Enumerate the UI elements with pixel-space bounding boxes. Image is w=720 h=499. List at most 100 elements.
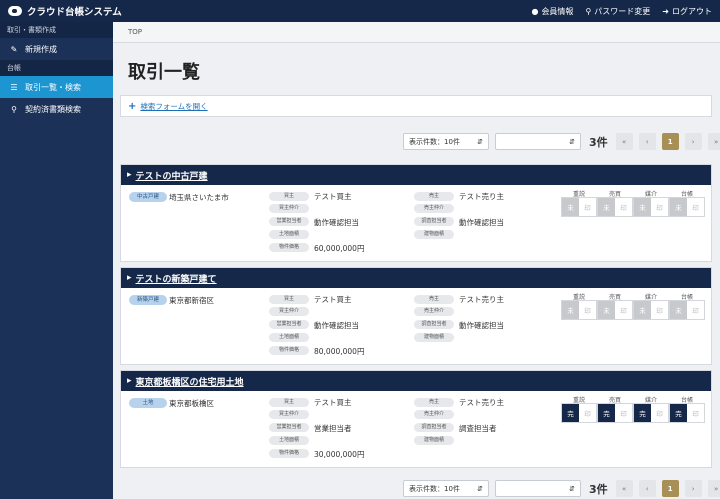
field-label-pill: 買主仲介: [269, 410, 309, 419]
sort-select[interactable]: ⇵: [495, 480, 581, 497]
stage-status[interactable]: 未印: [633, 300, 669, 320]
stage-status[interactable]: 完印: [633, 403, 669, 423]
page-1-button[interactable]: 1: [661, 133, 679, 150]
app-title: クラウド台帳システム: [27, 7, 122, 18]
deal-title[interactable]: テストの新築戸建て: [136, 272, 217, 285]
seal-mark: 印: [687, 198, 704, 216]
field-label-pill: 建物面積: [414, 333, 454, 342]
buyer-value: テスト買主: [314, 295, 352, 304]
first-page-button[interactable]: «: [615, 133, 633, 150]
deal-card: ▸ テストの新築戸建て 新築戸建 東京都新宿区 買主 買主仲介 営業担当者 土地面積 物件価…: [120, 267, 712, 365]
password-change-link[interactable]: ⚲ パスワード変更: [585, 6, 650, 17]
logout-link[interactable]: ➜ ログアウト: [662, 6, 712, 17]
field-label-pill: 営業担当者: [269, 320, 309, 329]
stage-status[interactable]: 未印: [597, 300, 633, 320]
deal-card-header[interactable]: ▸ テストの中古戸建: [121, 165, 711, 185]
field-label-pill: 営業担当者: [269, 423, 309, 432]
key-icon: ⚲: [585, 6, 592, 16]
sidebar-item-list[interactable]: ☰ 取引一覧・検索: [0, 76, 113, 98]
seal-mark: 印: [687, 404, 704, 422]
page-1-button[interactable]: 1: [661, 480, 679, 497]
deal-card-header[interactable]: ▸ 東京都板橋区の住宅用土地: [121, 371, 711, 391]
sort-select[interactable]: ⇵: [495, 133, 581, 150]
last-page-button[interactable]: »: [707, 480, 720, 497]
search-icon: ⚲: [11, 104, 17, 114]
field-label-pill: 土地面積: [269, 333, 309, 342]
stage-status[interactable]: 完印: [669, 403, 705, 423]
stage-status[interactable]: 未印: [633, 197, 669, 217]
stage-status[interactable]: 未印: [669, 197, 705, 217]
stage-state: 未: [598, 198, 615, 216]
field-label-pill: 売主仲介: [414, 410, 454, 419]
seal-mark: 印: [615, 198, 632, 216]
sidebar-section-title: 取引・書類作成: [0, 22, 113, 38]
search-form-toggle[interactable]: + 検索フォームを開く: [120, 95, 712, 117]
member-info-link[interactable]: ● 会員情報: [531, 6, 573, 17]
seal-mark: 印: [651, 198, 668, 216]
stage-state: 完: [598, 404, 615, 422]
field-label-pill: 売主仲介: [414, 204, 454, 213]
field-label-pill: 買主仲介: [269, 204, 309, 213]
deal-title[interactable]: 東京都板橋区の住宅用土地: [136, 375, 244, 388]
sidebar-item-new[interactable]: ✎ 新規作成: [0, 38, 113, 60]
deal-card-header[interactable]: ▸ テストの新築戸建て: [121, 268, 711, 288]
next-page-button[interactable]: ›: [684, 480, 702, 497]
price-value: 80,000,000円: [314, 347, 365, 356]
seal-mark: 印: [687, 301, 704, 319]
stage-status[interactable]: 未印: [561, 197, 597, 217]
stage-status[interactable]: 未印: [597, 197, 633, 217]
field-label-pill: 建物面積: [414, 436, 454, 445]
seal-mark: 印: [579, 301, 596, 319]
prev-page-button[interactable]: ‹: [638, 480, 656, 497]
field-label-pill: 物件価格: [269, 449, 309, 458]
stage-status[interactable]: 完印: [561, 403, 597, 423]
seller-value: テスト売り主: [459, 398, 504, 407]
field-label-pill: 買主: [269, 398, 309, 407]
deal-card: ▸ テストの中古戸建 中古戸建 埼玉県さいたま市 買主 買主仲介 営業担当者 土地面積 物件…: [120, 164, 712, 262]
field-label-pill: 調査担当者: [414, 217, 454, 226]
sidebar-item-contract-search[interactable]: ⚲ 契約済書類検索: [0, 98, 113, 120]
search-form-toggle-link[interactable]: 検索フォームを開く: [140, 101, 207, 112]
last-page-button[interactable]: »: [707, 133, 720, 150]
next-page-button[interactable]: ›: [684, 133, 702, 150]
stage-state: 未: [634, 301, 651, 319]
stage-state: 完: [670, 404, 687, 422]
property-address: 東京都板橋区: [169, 399, 214, 408]
select-arrows-icon: ⇵: [569, 484, 575, 493]
stage-status[interactable]: 完印: [597, 403, 633, 423]
buyer-value: テスト買主: [314, 192, 352, 201]
survey-staff-value: 調査担当者: [459, 424, 497, 433]
seller-value: テスト売り主: [459, 192, 504, 201]
property-address: 埼玉県さいたま市: [169, 193, 229, 202]
per-page-value: 表示件数：10件: [409, 484, 460, 493]
sidebar-item-label: 新規作成: [25, 44, 57, 54]
top-bar: クラウド台帳システム ● 会員情報 ⚲ パスワード変更 ➜ ログアウト: [0, 0, 720, 22]
field-label-pill: 売主仲介: [414, 307, 454, 316]
stage-state: 完: [562, 404, 579, 422]
field-label-pill: 調査担当者: [414, 423, 454, 432]
list-icon: ☰: [10, 82, 18, 92]
first-page-button[interactable]: «: [615, 480, 633, 497]
sales-staff-value: 営業担当者: [314, 424, 352, 433]
app-brand[interactable]: クラウド台帳システム: [8, 4, 122, 18]
pager-top: 表示件数：10件 ⇵ ⇵ 3件 « ‹ 1 › »: [403, 133, 720, 150]
seal-mark: 印: [579, 198, 596, 216]
plus-icon: +: [128, 100, 137, 112]
per-page-select[interactable]: 表示件数：10件 ⇵: [403, 133, 489, 150]
sales-staff-value: 動作確認担当: [314, 321, 359, 330]
result-count: 3件: [589, 482, 608, 496]
deal-title[interactable]: テストの中古戸建: [136, 169, 208, 182]
stage-status[interactable]: 未印: [669, 300, 705, 320]
survey-staff-value: 動作確認担当: [459, 218, 504, 227]
per-page-select[interactable]: 表示件数：10件 ⇵: [403, 480, 489, 497]
field-label-pill: 物件価格: [269, 346, 309, 355]
field-label-pill: 建物面積: [414, 230, 454, 239]
logout-icon: ➜: [662, 6, 669, 16]
per-page-value: 表示件数：10件: [409, 137, 460, 146]
field-label-pill: 調査担当者: [414, 320, 454, 329]
caret-right-icon: ▸: [127, 170, 132, 180]
breadcrumb[interactable]: TOP: [113, 22, 720, 43]
stage-status[interactable]: 未印: [561, 300, 597, 320]
seller-value: テスト売り主: [459, 295, 504, 304]
prev-page-button[interactable]: ‹: [638, 133, 656, 150]
